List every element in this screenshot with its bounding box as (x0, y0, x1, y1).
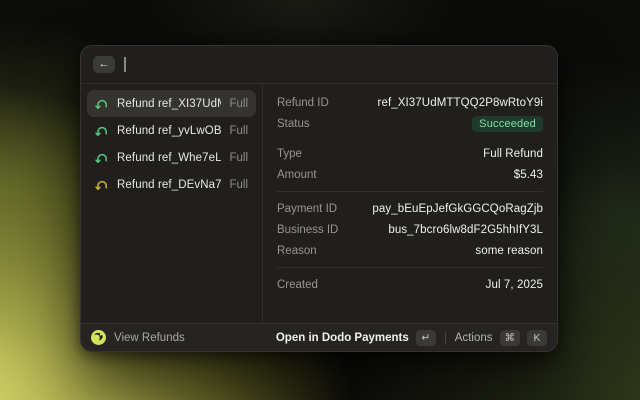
detail-value: Full Refund (483, 148, 543, 160)
list-item[interactable]: Refund ref_XI37UdMTTQQ2... Full (87, 90, 256, 117)
list-item-accessory: Full (229, 179, 248, 191)
search-field-wrap (124, 57, 545, 72)
detail-label: Type (277, 148, 302, 160)
detail-row-status: Status Succeeded (277, 113, 543, 134)
refund-detail-panel: Refund ID ref_XI37UdMTTQQ2P8wRtoY9i Stat… (263, 84, 557, 323)
detail-row-refund-id: Refund ID ref_XI37UdMTTQQ2P8wRtoY9i (277, 92, 543, 113)
refund-arrow-icon (95, 178, 109, 192)
back-button[interactable]: ← (93, 56, 115, 73)
list-item-label: Refund ref_XI37UdMTTQQ2... (117, 98, 221, 110)
refund-list: Refund ref_XI37UdMTTQQ2... Full Refund r… (81, 84, 263, 323)
refund-arrow-icon (95, 124, 109, 138)
command-key-icon: ⌘ (500, 330, 521, 346)
desktop-background: { "header": { "back_icon": "←", "search_… (0, 0, 640, 400)
section-gap (277, 134, 543, 143)
list-item[interactable]: Refund ref_yvLwOBYSDAVb... Full (87, 117, 256, 144)
refund-arrow-icon (95, 151, 109, 165)
detail-value: ref_XI37UdMTTQQ2P8wRtoY9i (378, 97, 543, 109)
detail-value: pay_bEuEpJefGkGGCQoRagZjb (372, 203, 543, 215)
detail-value: some reason (475, 245, 543, 257)
list-item-label: Refund ref_DEvNa7IfHIjnZQl... (117, 179, 221, 191)
actions-label: Actions (455, 332, 493, 344)
footer-divider (445, 332, 446, 344)
search-input[interactable] (126, 57, 545, 72)
detail-row-reason: Reason some reason (277, 240, 543, 261)
refund-arrow-icon (95, 97, 109, 111)
detail-label: Payment ID (277, 203, 337, 215)
list-item-accessory: Full (229, 98, 248, 110)
dodo-payments-logo (91, 330, 106, 345)
list-item-accessory: Full (229, 125, 248, 137)
detail-label: Reason (277, 245, 317, 257)
detail-value: Jul 7, 2025 (486, 279, 543, 291)
list-item-label: Refund ref_yvLwOBYSDAVb... (117, 125, 221, 137)
detail-value: bus_7bcro6lw8dF2G5hhIfY3L (388, 224, 543, 236)
k-key: K (527, 330, 547, 346)
search-header: ← (81, 46, 557, 84)
primary-action-open-in-dodo-payments[interactable]: Open in Dodo Payments ↵ (276, 330, 436, 346)
detail-row-type: Type Full Refund (277, 143, 543, 164)
detail-row-created: Created Jul 7, 2025 (277, 274, 543, 295)
detail-label: Refund ID (277, 97, 329, 109)
back-arrow-icon: ← (99, 59, 110, 70)
content-split: Refund ref_XI37UdMTTQQ2... Full Refund r… (81, 84, 557, 323)
list-item-accessory: Full (229, 152, 248, 164)
detail-row-payment-id: Payment ID pay_bEuEpJefGkGGCQoRagZjb (277, 198, 543, 219)
actions-menu-button[interactable]: Actions ⌘ K (455, 330, 547, 346)
return-key-icon: ↵ (416, 330, 436, 346)
extension-title: View Refunds (114, 332, 185, 344)
detail-label: Amount (277, 169, 317, 181)
detail-divider (277, 267, 543, 268)
detail-row-amount: Amount $5.43 (277, 164, 543, 185)
list-item[interactable]: Refund ref_Whe7eLpfTr0gd... Full (87, 144, 256, 171)
command-palette-window: ← Refund ref_XI37UdMTTQQ2... Full (80, 45, 558, 352)
detail-divider (277, 191, 543, 192)
detail-label: Status (277, 118, 310, 130)
detail-label: Created (277, 279, 318, 291)
primary-action-label: Open in Dodo Payments (276, 332, 409, 344)
detail-label: Business ID (277, 224, 338, 236)
detail-value: $5.43 (514, 169, 543, 181)
list-item-label: Refund ref_Whe7eLpfTr0gd... (117, 152, 221, 164)
status-badge: Succeeded (472, 116, 543, 132)
action-bar: View Refunds Open in Dodo Payments ↵ Act… (81, 323, 557, 351)
detail-row-business-id: Business ID bus_7bcro6lw8dF2G5hhIfY3L (277, 219, 543, 240)
list-item[interactable]: Refund ref_DEvNa7IfHIjnZQl... Full (87, 171, 256, 198)
